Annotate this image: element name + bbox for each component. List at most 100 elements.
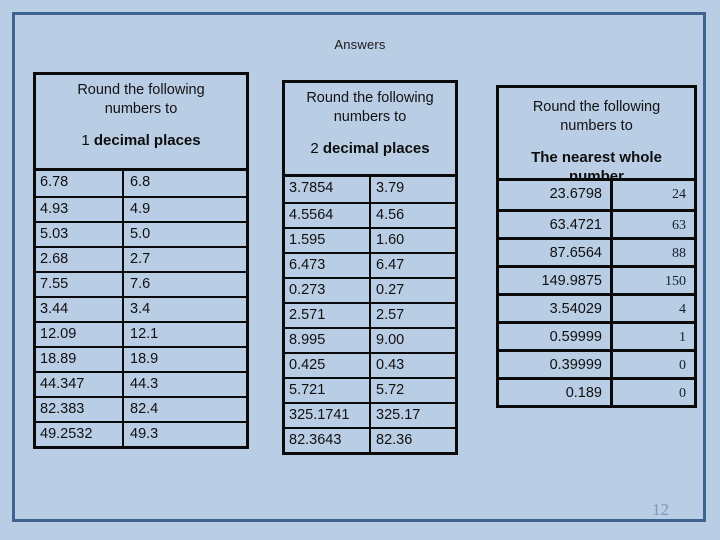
table-2-header-emphasis-prefix: 2	[310, 140, 319, 157]
cell-answer: 2.7	[130, 251, 151, 267]
cell-value: 3.7854	[285, 177, 371, 202]
cell-value: 4.5564	[285, 204, 371, 227]
cell-answer: 3.79	[376, 180, 405, 196]
cell-value: 44.347	[36, 373, 124, 396]
cell-answer: 1	[679, 330, 686, 345]
table-row: 0.425 0.43	[285, 352, 455, 377]
cell-value: 82.383	[36, 398, 124, 421]
cell-answer: 9.00	[376, 332, 405, 348]
table-row: 4.5564 4.56	[285, 202, 455, 227]
table-1-header-emphasis-text: decimal places	[89, 132, 201, 149]
cell-answer: 3.4	[130, 301, 151, 317]
slide-canvas: Answers Round the following numbers to 1…	[0, 0, 720, 540]
table-row: 87.6564 88	[499, 237, 694, 265]
table-row: 149.9875 150	[499, 265, 694, 293]
table-row: 8.995 9.00	[285, 327, 455, 352]
cell-answer: 12.1	[130, 326, 159, 342]
cell-answer: 63	[672, 218, 686, 233]
table-1-header-line2: numbers to	[104, 101, 178, 117]
cell-answer: 44.3	[130, 376, 159, 392]
table-2-header-emphasis: 2 decimal places	[289, 139, 451, 158]
cell-answer: 325.17	[376, 407, 421, 423]
cell-value: 82.3643	[285, 429, 371, 452]
table-row: 0.59999 1	[499, 321, 694, 349]
cell-value: 87.6564	[499, 240, 613, 265]
table-1-header-emphasis-prefix: 1	[81, 132, 90, 149]
cell-answer: 1.60	[376, 232, 405, 248]
cell-value: 5.721	[285, 379, 371, 402]
table-3-header-line1: Round the following	[532, 99, 661, 115]
table-row: 63.4721 63	[499, 209, 694, 237]
cell-answer: 7.6	[130, 276, 151, 292]
cell-value: 6.473	[285, 254, 371, 277]
cell-value: 18.89	[36, 348, 124, 371]
cell-answer: 0	[679, 358, 686, 373]
page-title: Answers	[334, 37, 386, 52]
cell-value: 23.6798	[499, 181, 613, 209]
table-row: 2.68 2.7	[36, 246, 246, 271]
table-row: 0.189 0	[499, 377, 694, 405]
table-1-header: Round the following numbers to 1 decimal…	[36, 75, 246, 171]
table-1-body: 6.78 6.8 4.93 4.9 5.03 5.0 2.68 2.7 7.55 7.6 3.44 3…	[36, 171, 246, 446]
table-row: 6.473 6.47	[285, 252, 455, 277]
cell-answer: 150	[665, 274, 686, 289]
table-2-header-line2: numbers to	[333, 109, 407, 125]
cell-value: 0.425	[285, 354, 371, 377]
cell-value: 7.55	[36, 273, 124, 296]
cell-value: 0.59999	[499, 324, 613, 349]
cell-answer: 5.0	[130, 226, 151, 242]
table-round-nearest-whole-number: Round the following numbers to The neare…	[496, 85, 697, 408]
table-3-header: Round the following numbers to The neare…	[499, 88, 694, 185]
cell-answer: 0	[679, 386, 686, 401]
table-row: 5.721 5.72	[285, 377, 455, 402]
table-row: 18.89 18.9	[36, 346, 246, 371]
cell-value: 5.03	[36, 223, 124, 246]
table-row: 6.78 6.8	[36, 171, 246, 196]
cell-value: 0.189	[499, 380, 613, 405]
table-row: 82.383 82.4	[36, 396, 246, 421]
table-row: 2.571 2.57	[285, 302, 455, 327]
page-number: 12	[652, 500, 669, 519]
table-2-header: Round the following numbers to 2 decimal…	[285, 83, 455, 177]
cell-value: 3.44	[36, 298, 124, 321]
table-1-header-emphasis: 1 decimal places	[40, 131, 242, 150]
cell-answer: 88	[672, 246, 686, 261]
table-1-header-line1: Round the following	[77, 82, 205, 98]
table-row: 3.7854 3.79	[285, 177, 455, 202]
cell-answer: 4.9	[130, 201, 151, 217]
cell-answer: 18.9	[130, 351, 159, 367]
cell-value: 325.1741	[285, 404, 371, 427]
cell-answer: 0.27	[376, 282, 405, 298]
table-row: 325.1741 325.17	[285, 402, 455, 427]
table-3-body: 23.6798 24 63.4721 63 87.6564 88 149.9875 150 3.…	[499, 181, 694, 405]
cell-value: 63.4721	[499, 212, 613, 237]
table-row: 3.54029 4	[499, 293, 694, 321]
table-3-header-line2: numbers to	[560, 118, 633, 134]
table-2-header-emphasis-text: decimal places	[318, 140, 430, 157]
cell-value: 49.2532	[36, 423, 124, 446]
cell-value: 12.09	[36, 323, 124, 346]
cell-answer: 24	[672, 187, 686, 202]
cell-value: 3.54029	[499, 296, 613, 321]
cell-answer: 6.8	[130, 174, 151, 190]
cell-value: 8.995	[285, 329, 371, 352]
cell-value: 4.93	[36, 198, 124, 221]
table-row: 7.55 7.6	[36, 271, 246, 296]
table-2-header-line1: Round the following	[306, 90, 434, 106]
cell-answer: 49.3	[130, 426, 159, 442]
table-row: 3.44 3.4	[36, 296, 246, 321]
cell-answer: 6.47	[376, 257, 405, 273]
cell-value: 0.273	[285, 279, 371, 302]
table-row: 23.6798 24	[499, 181, 694, 209]
cell-value: 0.39999	[499, 352, 613, 377]
table-row: 5.03 5.0	[36, 221, 246, 246]
table-row: 0.273 0.27	[285, 277, 455, 302]
table-row: 0.39999 0	[499, 349, 694, 377]
cell-value: 2.68	[36, 248, 124, 271]
cell-answer: 82.4	[130, 401, 159, 417]
table-row: 49.2532 49.3	[36, 421, 246, 446]
cell-answer: 0.43	[376, 357, 405, 373]
cell-value: 2.571	[285, 304, 371, 327]
table-3-header-emphasis-text: The nearest whole number	[531, 149, 662, 185]
cell-answer: 4.56	[376, 207, 405, 223]
